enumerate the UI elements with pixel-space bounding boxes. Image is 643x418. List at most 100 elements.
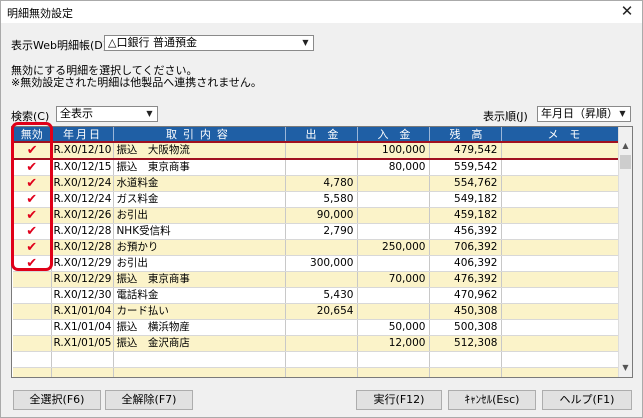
out-cell: 2,790 bbox=[285, 223, 359, 240]
in-cell bbox=[357, 351, 431, 368]
dialog-window: 明細無効設定 ✕ 表示Web明細帳(D) △口銀行 普通預金 ▼ 無効にする明細… bbox=[0, 0, 643, 418]
table-row[interactable]: ✔ R.X0/12/28 NHK受信料 2,790 456,392 bbox=[13, 223, 627, 240]
balance-cell: 450,308 bbox=[429, 303, 503, 320]
memo-cell[interactable] bbox=[501, 255, 627, 272]
account-value: △口銀行 普通預金 bbox=[108, 36, 197, 49]
memo-cell[interactable] bbox=[501, 319, 627, 336]
scroll-down-icon[interactable]: ▼ bbox=[619, 363, 632, 375]
out-cell: 90,000 bbox=[285, 207, 359, 224]
col-header-in[interactable]: 入 金 bbox=[357, 127, 431, 142]
table-row[interactable]: ✔ R.X0/12/29 お引出 300,000 406,392 bbox=[13, 255, 627, 272]
memo-cell[interactable] bbox=[501, 303, 627, 320]
in-cell: 50,000 bbox=[357, 319, 431, 336]
memo-cell[interactable] bbox=[501, 239, 627, 256]
scroll-up-icon[interactable]: ▲ bbox=[619, 141, 632, 153]
balance-cell: 549,182 bbox=[429, 191, 503, 208]
checkbox-cell[interactable] bbox=[13, 319, 52, 336]
memo-cell[interactable] bbox=[501, 159, 627, 176]
table-row[interactable]: R.X0/12/30 電話料金 5,430 470,962 bbox=[13, 287, 627, 304]
out-cell bbox=[285, 271, 359, 288]
table-row[interactable] bbox=[13, 367, 627, 377]
table-row[interactable]: R.X1/01/05 振込 金沢商店 12,000 512,308 bbox=[13, 335, 627, 352]
desc-cell: カード払い bbox=[113, 303, 287, 320]
date-cell: R.X0/12/10 bbox=[51, 141, 115, 160]
sort-label: 表示順(J) bbox=[483, 110, 528, 123]
invalid-column-highlight bbox=[11, 122, 53, 271]
search-select[interactable]: 全表示 ▼ bbox=[56, 106, 158, 122]
close-icon[interactable]: ✕ bbox=[620, 2, 634, 20]
memo-cell[interactable] bbox=[501, 287, 627, 304]
memo-cell[interactable] bbox=[501, 175, 627, 192]
memo-cell[interactable] bbox=[501, 207, 627, 224]
checkbox-cell[interactable] bbox=[13, 271, 52, 288]
transactions-grid: 無効 年月日 取引内容 出 金 入 金 残 高 メ モ ✔ R.X0/12/10 振… bbox=[11, 126, 633, 378]
checkbox-cell[interactable] bbox=[13, 367, 52, 377]
balance-cell: 559,542 bbox=[429, 159, 503, 176]
memo-cell[interactable] bbox=[501, 191, 627, 208]
memo-cell[interactable] bbox=[501, 271, 627, 288]
col-header-memo[interactable]: メ モ bbox=[501, 127, 627, 142]
checkbox-cell[interactable] bbox=[13, 303, 52, 320]
in-cell: 250,000 bbox=[357, 239, 431, 256]
out-cell bbox=[285, 239, 359, 256]
table-row[interactable]: ✔ R.X0/12/24 水道料金 4,780 554,762 bbox=[13, 175, 627, 192]
table-row[interactable]: ✔ R.X0/12/28 お預かり 250,000 706,392 bbox=[13, 239, 627, 256]
memo-cell[interactable] bbox=[501, 351, 627, 368]
date-cell: R.X0/12/29 bbox=[51, 255, 115, 272]
col-header-out[interactable]: 出 金 bbox=[285, 127, 359, 142]
chevron-down-icon: ▼ bbox=[146, 109, 153, 118]
date-cell: R.X0/12/24 bbox=[51, 175, 115, 192]
run-button[interactable]: 実行(F12) bbox=[356, 390, 442, 410]
date-cell: R.X1/01/05 bbox=[51, 335, 115, 352]
col-header-date[interactable]: 年月日 bbox=[51, 127, 115, 142]
transactions-table: 無効 年月日 取引内容 出 金 入 金 残 高 メ モ ✔ R.X0/12/10 振… bbox=[12, 127, 627, 377]
table-row[interactable]: ✔ R.X0/12/26 お引出 90,000 459,182 bbox=[13, 207, 627, 224]
checkbox-cell[interactable] bbox=[13, 287, 52, 304]
checkbox-cell[interactable] bbox=[13, 335, 52, 352]
out-cell: 5,580 bbox=[285, 191, 359, 208]
memo-cell[interactable] bbox=[501, 335, 627, 352]
table-header-row: 無効 年月日 取引内容 出 金 入 金 残 高 メ モ bbox=[13, 127, 627, 142]
checkbox-cell[interactable] bbox=[13, 351, 52, 368]
warning-text: ※無効設定された明細は他製品へ連携されません。 bbox=[11, 76, 262, 89]
vertical-scrollbar[interactable]: ▲ ▼ bbox=[618, 127, 632, 377]
chevron-down-icon: ▼ bbox=[302, 38, 309, 47]
help-button[interactable]: ヘルプ(F1) bbox=[542, 390, 632, 410]
memo-cell[interactable] bbox=[501, 223, 627, 240]
balance-cell bbox=[429, 367, 503, 377]
col-header-balance[interactable]: 残 高 bbox=[429, 127, 503, 142]
desc-cell: 水道料金 bbox=[113, 175, 287, 192]
table-row[interactable]: ✔ R.X0/12/15 振込 東京商事 80,000 559,542 bbox=[13, 159, 627, 176]
in-cell bbox=[357, 367, 431, 377]
in-cell bbox=[357, 223, 431, 240]
table-row[interactable]: ✔ R.X0/12/24 ガス料金 5,580 549,182 bbox=[13, 191, 627, 208]
table-row[interactable]: R.X1/01/04 振込 横浜物産 50,000 500,308 bbox=[13, 319, 627, 336]
out-cell: 4,780 bbox=[285, 175, 359, 192]
out-cell bbox=[285, 367, 359, 377]
sort-select[interactable]: 年月日（昇順） ▼ bbox=[537, 106, 631, 122]
out-cell bbox=[285, 351, 359, 368]
deselect-all-button[interactable]: 全解除(F7) bbox=[105, 390, 193, 410]
in-cell: 70,000 bbox=[357, 271, 431, 288]
window-title: 明細無効設定 bbox=[7, 7, 73, 20]
select-all-button[interactable]: 全選択(F6) bbox=[13, 390, 101, 410]
memo-cell[interactable] bbox=[501, 367, 627, 377]
balance-cell: 512,308 bbox=[429, 335, 503, 352]
in-cell: 100,000 bbox=[357, 141, 431, 160]
table-row[interactable] bbox=[13, 351, 627, 368]
col-header-desc[interactable]: 取引内容 bbox=[113, 127, 287, 142]
desc-cell: 振込 横浜物産 bbox=[113, 319, 287, 336]
account-select[interactable]: △口銀行 普通預金 ▼ bbox=[104, 35, 314, 51]
chevron-down-icon: ▼ bbox=[619, 109, 626, 118]
table-row[interactable]: R.X1/01/04 カード払い 20,654 450,308 bbox=[13, 303, 627, 320]
table-row[interactable]: ✔ R.X0/12/10 振込 大阪物流 100,000 479,542 bbox=[12, 141, 627, 160]
balance-cell: 479,542 bbox=[429, 141, 503, 160]
memo-cell[interactable] bbox=[501, 141, 627, 160]
balance-cell: 706,392 bbox=[429, 239, 503, 256]
scroll-thumb[interactable] bbox=[620, 155, 631, 169]
balance-cell: 554,762 bbox=[429, 175, 503, 192]
cancel-button[interactable]: ｷｬﾝｾﾙ(Esc) bbox=[448, 390, 536, 410]
desc-cell: お預かり bbox=[113, 239, 287, 256]
in-cell bbox=[357, 303, 431, 320]
table-row[interactable]: R.X0/12/29 振込 東京商事 70,000 476,392 bbox=[13, 271, 627, 288]
